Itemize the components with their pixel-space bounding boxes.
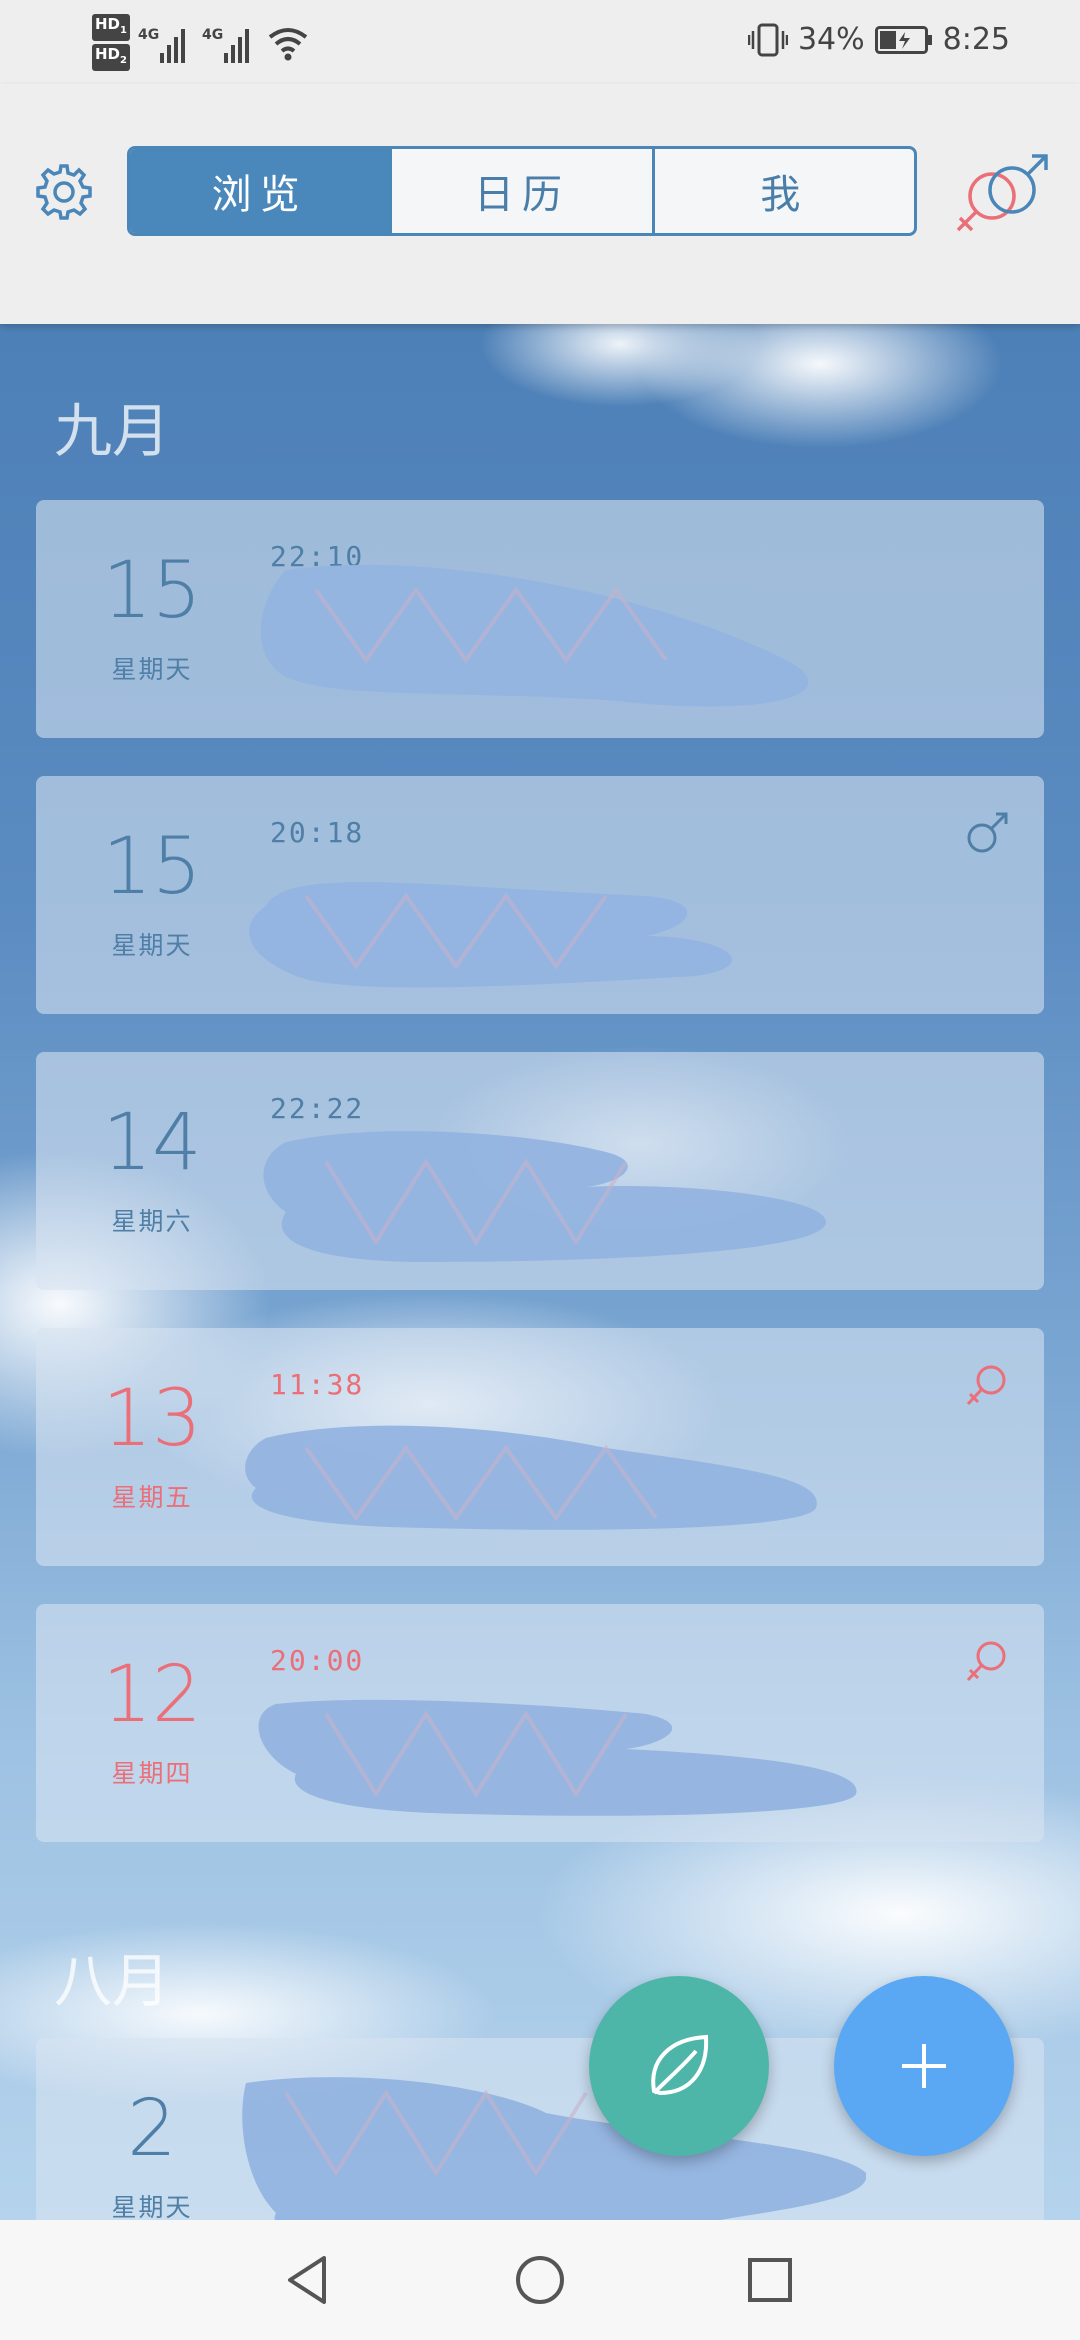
entry-card[interactable]: 15 星期天 22:10	[36, 500, 1044, 738]
entry-weekday: 星期五	[111, 1483, 193, 1512]
entries-list[interactable]: 九月 15 星期天 22:10 15 星期天 20:18 14 星期六 22:2…	[0, 324, 1080, 2220]
leaf-button[interactable]	[589, 1976, 769, 2156]
male-female-icon[interactable]	[952, 144, 1054, 246]
home-circle-icon[interactable]	[512, 2252, 568, 2308]
battery-icon	[874, 25, 932, 54]
entry-weekday: 星期天	[111, 931, 193, 960]
entry-day: 15	[102, 546, 202, 636]
tab-calendar[interactable]: 日历	[389, 149, 651, 233]
back-triangle-icon[interactable]	[280, 2252, 336, 2308]
redacted-content	[242, 2077, 866, 2220]
system-nav-bar	[0, 2220, 1080, 2340]
redacted-content	[260, 564, 809, 707]
entry-card[interactable]: 12 星期四 20:00	[36, 1604, 1044, 1842]
female-icon	[966, 1641, 1006, 1682]
recents-square-icon[interactable]	[742, 2252, 798, 2308]
signal-icon: 4G	[202, 23, 258, 63]
status-bar: HD1 HD2 4G 4G 34% 8:25	[0, 0, 1080, 84]
entry-day: 13	[102, 1374, 202, 1464]
view-tabs: 浏览 日历 我	[127, 146, 917, 236]
entry-card[interactable]: 13 星期五 11:38	[36, 1328, 1044, 1566]
plus-icon	[902, 2044, 946, 2088]
redacted-content	[249, 882, 733, 988]
tab-me[interactable]: 我	[651, 149, 914, 233]
leaf-icon	[651, 2034, 709, 2096]
redacted-content	[258, 1699, 857, 1816]
entry-card[interactable]: 15 星期天 20:18	[36, 776, 1044, 1014]
male-icon	[967, 812, 1008, 853]
tab-browse[interactable]: 浏览	[130, 149, 390, 233]
redacted-content	[263, 1131, 826, 1262]
entry-day: 14	[102, 1098, 202, 1188]
wifi-icon	[268, 27, 308, 60]
month-header: 九月	[54, 397, 171, 465]
redacted-content	[245, 1425, 817, 1530]
add-entry-button[interactable]	[834, 1976, 1014, 2156]
gear-icon[interactable]	[34, 162, 94, 222]
entry-day: 12	[102, 1650, 202, 1740]
entry-weekday: 星期天	[111, 2193, 193, 2220]
entry-weekday: 星期六	[111, 1207, 193, 1236]
hd1-badge: HD1	[92, 14, 130, 41]
battery-percent: 34%	[797, 22, 865, 57]
hd2-badge: HD2	[92, 44, 130, 71]
entry-day: 15	[102, 822, 202, 912]
entry-card[interactable]: 14 星期六 22:22	[36, 1052, 1044, 1290]
entry-weekday: 星期四	[111, 1759, 193, 1788]
signal-icon: 4G	[138, 23, 194, 63]
female-icon	[966, 1365, 1006, 1406]
month-header: 八月	[54, 1947, 171, 2015]
app-header: 浏览 日历 我	[0, 84, 1080, 324]
vibrate-icon	[747, 23, 788, 56]
entry-weekday: 星期天	[111, 655, 193, 684]
hd-indicators: HD1 HD2	[92, 14, 130, 71]
entry-day: 2	[127, 2084, 177, 2174]
clock: 8:25	[942, 22, 1010, 57]
